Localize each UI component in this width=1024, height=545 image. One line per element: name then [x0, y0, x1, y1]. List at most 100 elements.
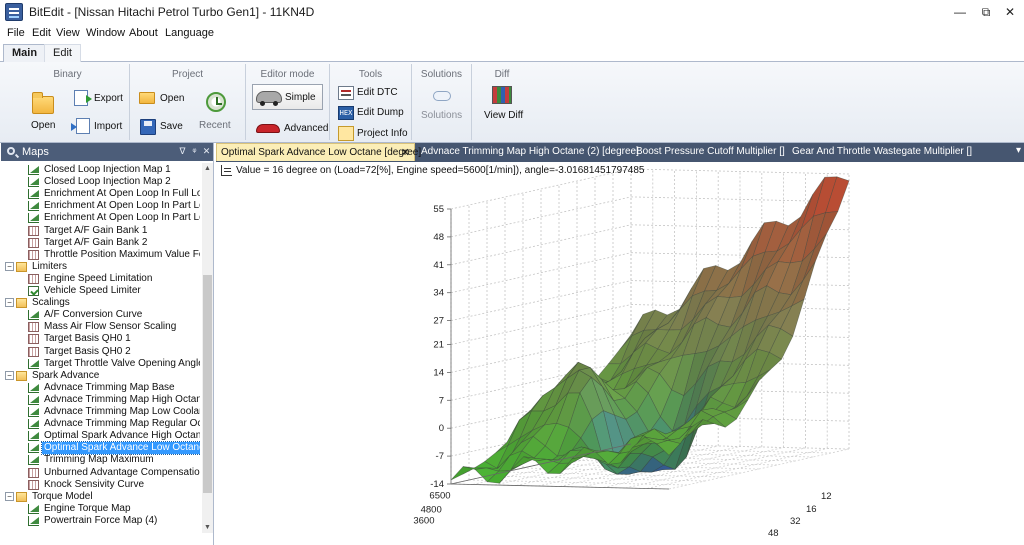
- export-icon: [74, 90, 92, 106]
- tree-item-label: Trimming Map Maximum: [44, 454, 154, 466]
- z-axis-tick-label: 7: [439, 395, 444, 406]
- maps-scrollbar[interactable]: ▲ ▼: [202, 163, 213, 533]
- curve-map-icon: [28, 201, 39, 212]
- table-map-icon: [28, 249, 39, 260]
- tree-item-label: Vehicle Speed Limiter: [44, 285, 141, 296]
- ribbon-tab-bar: Main Edit: [0, 43, 1024, 63]
- collapse-toggle[interactable]: −: [5, 491, 14, 501]
- value-readout: Value = 16 degree on (Load=72[%], Engine…: [236, 165, 645, 176]
- table-map-icon: [28, 225, 39, 236]
- doc-tab-label: Advnace Trimming Map High Octane (2) [de…: [421, 146, 639, 157]
- menu-window[interactable]: Window: [86, 27, 125, 39]
- close-window-button[interactable]: ✕: [996, 0, 1024, 24]
- project-info-button[interactable]: Project Info: [338, 124, 410, 142]
- curve-map-icon: [28, 165, 39, 175]
- tree-item-label: Enrichment At Open Loop In Part Load I: [44, 200, 200, 212]
- minimize-button[interactable]: —: [946, 0, 974, 24]
- scroll-thumb[interactable]: [203, 275, 212, 493]
- scroll-up-arrow[interactable]: ▲: [202, 163, 213, 174]
- close-tab-icon[interactable]: ✕: [401, 144, 410, 162]
- simple-mode-button[interactable]: Simple: [252, 84, 323, 110]
- surface-plot[interactable]: 55 48 41 34 27 21 14 7 0 -7 -146500 48003600 12 16 32 4…: [216, 162, 1024, 545]
- tree-item-label: Torque Model: [32, 490, 93, 502]
- project-open-button[interactable]: Open: [136, 88, 186, 110]
- group-title-diff: Diff: [494, 69, 510, 80]
- save-icon: [140, 119, 156, 135]
- tree-item-label: Enrichment At Open Loop In Full Load: [44, 188, 200, 200]
- edit-dtc-button[interactable]: Edit DTC: [338, 84, 408, 102]
- curve-map-icon: [28, 213, 39, 224]
- advanced-mode-button[interactable]: Advanced: [252, 118, 328, 138]
- scroll-down-arrow[interactable]: ▼: [202, 522, 213, 533]
- menu-language[interactable]: Language: [165, 27, 214, 39]
- curve-map-icon: [28, 515, 39, 526]
- save-button[interactable]: Save: [136, 116, 186, 138]
- advanced-label: Advanced: [284, 123, 329, 134]
- menu-file[interactable]: File: [7, 27, 25, 39]
- pin-icon[interactable]: ᵠ: [189, 145, 200, 158]
- cloud-icon: [433, 91, 451, 101]
- tab-main[interactable]: Main: [3, 44, 47, 63]
- diff-icon: [492, 86, 512, 104]
- solutions-button[interactable]: Solutions: [418, 86, 466, 126]
- import-button[interactable]: Import: [71, 116, 128, 138]
- doc-tab-advance-trimming-high-octane[interactable]: Advnace Trimming Map High Octane (2) [de…: [417, 143, 643, 161]
- curve-map-icon: [28, 455, 39, 466]
- tree-item-label: Knock Sensivity Curve: [44, 478, 145, 490]
- view-diff-button[interactable]: View Diff: [478, 84, 528, 128]
- bitedit-window: BitEdit - [Nissan Hitachi Petrol Turbo G…: [0, 0, 1024, 545]
- engine-speed-tick-label: 3600: [413, 516, 434, 527]
- ribbon-group-project: Project Open Save Recent: [130, 64, 246, 140]
- simple-label: Simple: [285, 92, 316, 103]
- clock-icon: [206, 92, 226, 112]
- folder-icon: [16, 261, 27, 272]
- doc-tab-gear-throttle-wastegate[interactable]: Gear And Throttle Wastegate Multiplier […: [788, 143, 976, 161]
- curve-map-icon: [28, 382, 39, 393]
- doc-tab-boost-pressure-cutoff[interactable]: Boost Pressure Cutoff Multiplier []: [632, 143, 789, 161]
- solutions-label: Solutions: [421, 110, 463, 121]
- tree-item-label: Closed Loop Injection Map 1: [44, 164, 171, 175]
- tree-item-label: Advnace Trimming Map High Octane (2: [44, 393, 200, 405]
- load-tick-label: 16: [806, 504, 817, 515]
- edit-dump-button[interactable]: HEX Edit Dump: [338, 104, 408, 122]
- collapse-toggle[interactable]: −: [5, 370, 14, 380]
- z-axis-tick-label: 41: [433, 260, 444, 271]
- tab-edit[interactable]: Edit: [44, 44, 81, 62]
- tree-item-label: Target A/F Gain Bank 2: [44, 236, 148, 248]
- tab-list-dropdown[interactable]: ▾: [1016, 145, 1021, 156]
- save-label: Save: [160, 121, 183, 132]
- edit-dtc-label: Edit DTC: [357, 87, 398, 98]
- folder-icon: [16, 298, 27, 309]
- binary-open-label: Open: [31, 120, 56, 131]
- tree-item-label: Engine Speed Limitation: [44, 272, 153, 284]
- ribbon-group-tools: Tools Edit DTC HEX Edit Dump Project Inf…: [330, 64, 412, 142]
- menu-about[interactable]: About: [129, 27, 158, 39]
- table-map-icon: [28, 322, 39, 333]
- binary-open-button[interactable]: Open: [22, 90, 62, 136]
- group-title-editor-mode: Editor mode: [260, 69, 315, 80]
- maps-panel-header: Maps ᐁ ᵠ ✕: [1, 143, 213, 161]
- search-icon[interactable]: [7, 147, 15, 155]
- app-icon: [5, 3, 23, 21]
- ribbon-group-diff: Diff View Diff: [472, 64, 532, 140]
- export-button[interactable]: Export: [72, 88, 128, 110]
- menu-view[interactable]: View: [56, 27, 80, 39]
- z-axis-tick-label: -14: [430, 479, 444, 490]
- recent-button[interactable]: Recent: [194, 90, 240, 136]
- hex-icon: HEX: [338, 106, 354, 120]
- map-editor-view: 55 48 41 34 27 21 14 7 0 -7 -14 6500 4800 3600 12 16 32 4…: [216, 161, 1024, 545]
- collapse-toggle[interactable]: −: [5, 298, 14, 308]
- ribbon-group-solutions: Solutions Solutions: [412, 64, 472, 140]
- panel-menu-button[interactable]: ᐁ: [177, 145, 188, 158]
- surface-mesh[interactable]: [450, 176, 850, 484]
- tree-item-label: Throttle Position Maximum Value For Lc: [44, 248, 200, 260]
- z-axis-tick-label: 27: [433, 316, 444, 327]
- tree-item-label: Engine Torque Map: [44, 502, 131, 514]
- panel-close-button[interactable]: ✕: [201, 145, 212, 158]
- collapse-toggle[interactable]: −: [5, 261, 14, 271]
- curve-map-icon: [28, 189, 39, 200]
- z-axis-tick-label: 14: [433, 367, 444, 378]
- menu-edit[interactable]: Edit: [32, 27, 51, 39]
- load-tick-label: 48: [768, 528, 779, 539]
- doc-tab-optimal-spark-low-octane[interactable]: Optimal Spark Advance Low Octane [degree…: [216, 143, 421, 162]
